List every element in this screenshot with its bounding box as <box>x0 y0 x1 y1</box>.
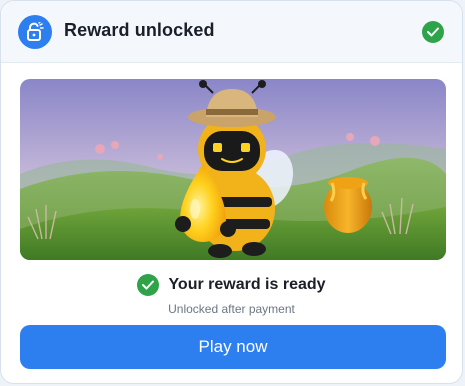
reward-illustration <box>20 79 446 260</box>
reward-dialog: Reward unlocked Your reward is ready Unl… <box>0 0 463 384</box>
dialog-header: Reward unlocked <box>1 1 462 63</box>
check-circle-icon <box>137 274 160 296</box>
check-circle-icon <box>422 21 444 43</box>
unlocked-padlock-icon <box>18 15 52 49</box>
dialog-title: Reward unlocked <box>64 20 215 40</box>
play-now-button[interactable]: Play now <box>20 325 446 369</box>
status-message: Your reward is ready <box>168 276 326 293</box>
status-row: Your reward is ready <box>1 274 462 296</box>
status-subtext: Unlocked after payment <box>168 302 295 316</box>
